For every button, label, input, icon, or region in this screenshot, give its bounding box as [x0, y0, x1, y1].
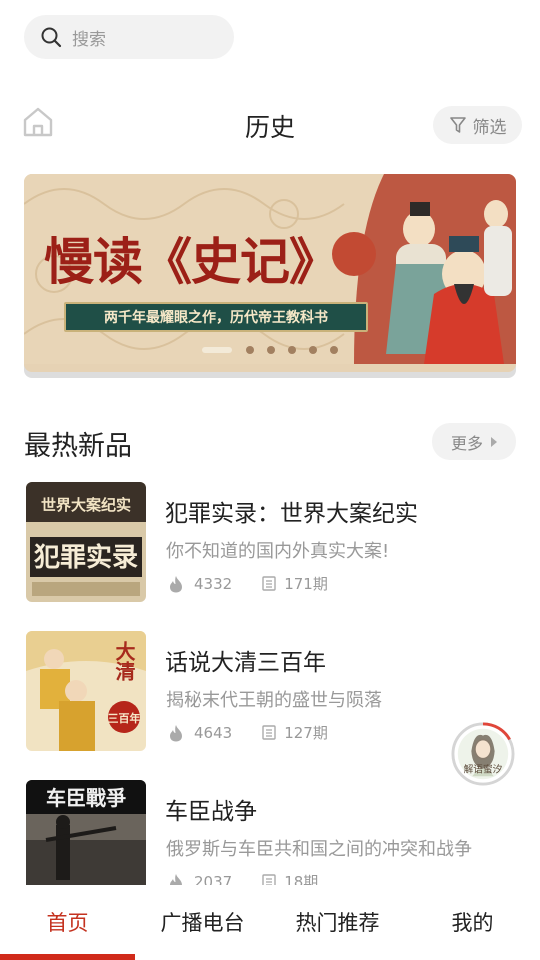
- cover-badge-text: 三百年: [108, 711, 141, 725]
- banner-title: 慢读《史记》: [44, 232, 339, 291]
- album-title: 话说大清三百年: [165, 650, 326, 676]
- album-description: 你不知道的国内外真实大案!: [166, 541, 390, 562]
- carousel-dot[interactable]: [309, 346, 317, 354]
- carousel-dot-active[interactable]: [202, 347, 232, 353]
- play-count: 4643: [194, 723, 233, 742]
- filter-label: 筛选: [472, 117, 507, 138]
- carousel-dot[interactable]: [267, 346, 275, 354]
- fire-icon: [170, 575, 182, 592]
- chevron-right-icon: [491, 436, 497, 447]
- episode-count: 171期: [284, 575, 328, 593]
- episode-count: 18期: [284, 873, 319, 885]
- album-cover: 大清 三百年: [26, 631, 146, 751]
- tab-home[interactable]: 首页: [0, 907, 135, 937]
- home-icon[interactable]: [20, 104, 56, 140]
- banner-carousel[interactable]: 慢读《史记》 两千年最耀眼之作，历代帝王教科书: [24, 174, 516, 372]
- album-cover: 世界大案纪实 犯罪实录: [26, 482, 146, 602]
- banner-subtitle-box: 两千年最耀眼之作，历代帝王教科书: [64, 302, 368, 332]
- filter-icon: [449, 117, 466, 133]
- floating-player[interactable]: 解语蜜汐: [451, 722, 515, 786]
- album-meta: 4332 171期: [168, 573, 328, 594]
- tab-hot-recommend[interactable]: 热门推荐: [270, 907, 405, 937]
- fire-icon: [170, 724, 182, 741]
- carousel-dot[interactable]: [288, 346, 296, 354]
- tab-radio[interactable]: 广播电台: [135, 907, 270, 937]
- list-icon: [262, 725, 276, 740]
- section-title: 最热新品: [24, 431, 132, 462]
- album-list: 世界大案纪实 犯罪实录 犯罪实录：世界大案纪实 你不知道的国内外真实大案! 43…: [0, 482, 540, 885]
- search-icon: [41, 27, 62, 48]
- list-item[interactable]: 世界大案纪实 犯罪实录 犯罪实录：世界大案纪实 你不知道的国内外真实大案! 43…: [0, 482, 540, 607]
- album-meta: 4643 127期: [168, 722, 328, 743]
- tab-active-indicator: [0, 954, 135, 960]
- carousel-indicator: [202, 346, 351, 354]
- banner-subtitle: 两千年最耀眼之作，历代帝王教科书: [104, 310, 328, 326]
- album-title: 犯罪实录：世界大案纪实: [165, 501, 418, 527]
- carousel-dot[interactable]: [246, 346, 254, 354]
- bottom-tab-bar: 首页 广播电台 热门推荐 我的: [0, 885, 540, 960]
- play-count: 4332: [194, 574, 233, 593]
- list-icon: [262, 874, 276, 885]
- search-bar[interactable]: 搜索: [24, 15, 234, 59]
- floating-player-label: 解语蜜汐: [464, 762, 503, 775]
- cover-top-text: 世界大案纪实: [41, 496, 131, 514]
- more-label: 更多: [450, 433, 483, 453]
- album-description: 俄罗斯与车臣共和国之间的冲突和战争: [166, 839, 472, 860]
- play-count: 2037: [194, 872, 233, 886]
- more-button[interactable]: 更多: [432, 423, 516, 460]
- tab-mine[interactable]: 我的: [405, 907, 540, 937]
- list-icon: [262, 576, 276, 591]
- album-cover: 车臣戰爭: [26, 780, 146, 885]
- list-item[interactable]: 车臣戰爭 车臣战争 俄罗斯与车臣共和国之间的冲突和战争 2037 18期: [0, 780, 540, 885]
- cover-main-text: 大清: [112, 641, 136, 681]
- carousel-dot[interactable]: [330, 346, 338, 354]
- album-title: 车臣战争: [165, 799, 257, 825]
- fire-icon: [170, 873, 182, 885]
- cover-main-text: 犯罪实录: [33, 542, 138, 573]
- album-meta: 2037 18期: [168, 871, 318, 885]
- album-description: 揭秘末代王朝的盛世与陨落: [166, 690, 382, 711]
- episode-count: 127期: [284, 724, 328, 742]
- search-input[interactable]: 搜索: [72, 25, 106, 50]
- cover-main-text: 车臣戰爭: [46, 786, 126, 810]
- filter-button[interactable]: 筛选: [433, 106, 522, 144]
